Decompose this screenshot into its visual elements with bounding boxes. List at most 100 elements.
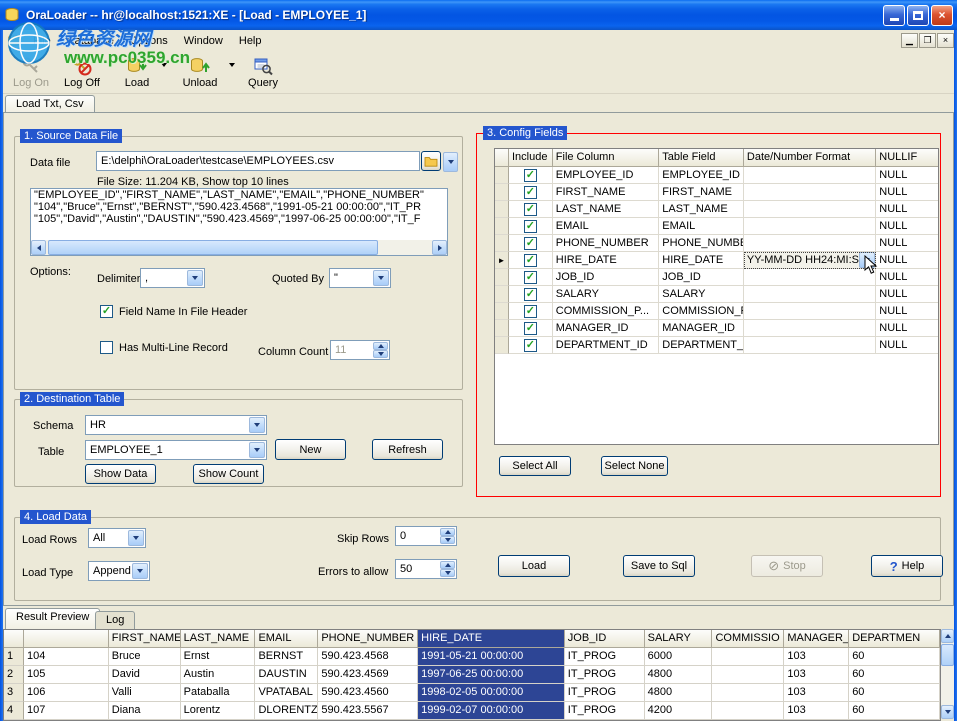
table-combo[interactable]: EMPLOYEE_1: [85, 440, 267, 460]
include-checkbox[interactable]: ✓: [524, 169, 537, 182]
result-cell[interactable]: Pataballa: [181, 684, 256, 702]
delimiter-combo[interactable]: ,: [140, 268, 205, 288]
result-cell[interactable]: 2: [4, 666, 24, 684]
field-name-header-checkbox[interactable]: ✓: [100, 305, 113, 318]
include-cell[interactable]: ✓: [509, 286, 553, 303]
table-field-cell[interactable]: LAST_NAME: [659, 201, 744, 218]
format-cell[interactable]: [744, 167, 876, 184]
file-column-cell[interactable]: JOB_ID: [553, 269, 660, 286]
schema-combo[interactable]: HR: [85, 415, 267, 435]
data-file-input[interactable]: [96, 151, 420, 171]
menu-file[interactable]: File: [25, 32, 59, 50]
config-row[interactable]: ✓FIRST_NAMEFIRST_NAMENULL: [495, 184, 938, 201]
result-cell[interactable]: 60: [849, 666, 940, 684]
result-row[interactable]: 4107DianaLorentzDLORENTZ590.423.55671999…: [4, 702, 940, 720]
include-column-header[interactable]: Include: [509, 149, 553, 167]
menu-help[interactable]: Help: [231, 32, 270, 50]
load-button-toolbar[interactable]: Load: [115, 52, 159, 93]
format-cell[interactable]: [744, 201, 876, 218]
result-column-header[interactable]: FIRST_NAME: [109, 630, 181, 648]
refresh-button[interactable]: Refresh: [372, 439, 443, 460]
load-dropdown-icon[interactable]: [161, 63, 167, 67]
result-cell[interactable]: 4: [4, 702, 24, 720]
result-cell[interactable]: Diana: [109, 702, 181, 720]
config-row[interactable]: ✓EMAILEMAILNULL: [495, 218, 938, 235]
result-vscrollbar[interactable]: [941, 629, 954, 721]
file-column-cell[interactable]: COMMISSION_P...: [553, 303, 660, 320]
unload-dropdown-icon[interactable]: [229, 63, 235, 67]
result-cell[interactable]: 104: [24, 648, 109, 666]
tab-load-txt-csv[interactable]: Load Txt, Csv: [5, 95, 95, 113]
result-cell[interactable]: Lorentz: [181, 702, 256, 720]
spin-up-icon[interactable]: [373, 342, 388, 350]
spin-down-icon[interactable]: [373, 350, 388, 358]
table-field-cell[interactable]: PHONE_NUMBER: [659, 235, 744, 252]
table-field-cell[interactable]: EMAIL: [659, 218, 744, 235]
quoted-by-combo[interactable]: ": [329, 268, 391, 288]
config-row[interactable]: ✓LAST_NAMELAST_NAMENULL: [495, 201, 938, 218]
table-field-cell[interactable]: DEPARTMENT_...: [659, 337, 744, 354]
result-cell[interactable]: [712, 702, 784, 720]
result-column-header[interactable]: HIRE_DATE: [418, 630, 565, 648]
browse-button[interactable]: [421, 151, 441, 171]
scroll-track[interactable]: [46, 240, 432, 255]
spin-down-icon[interactable]: [440, 569, 455, 577]
config-row[interactable]: ✓PHONE_NUMBERPHONE_NUMBERNULL: [495, 235, 938, 252]
result-cell[interactable]: DLORENTZ: [255, 702, 318, 720]
result-column-header[interactable]: JOB_ID: [565, 630, 645, 648]
include-checkbox[interactable]: ✓: [524, 220, 537, 233]
include-cell[interactable]: ✓: [509, 252, 553, 269]
file-column-header[interactable]: File Column: [553, 149, 660, 167]
chevron-down-icon[interactable]: [187, 270, 203, 286]
chevron-down-icon[interactable]: [249, 417, 265, 433]
result-cell[interactable]: 60: [849, 684, 940, 702]
include-cell[interactable]: ✓: [509, 303, 553, 320]
result-cell[interactable]: Ernst: [181, 648, 256, 666]
result-column-header[interactable]: PHONE_NUMBER: [318, 630, 418, 648]
table-field-cell[interactable]: COMMISSION_P...: [659, 303, 744, 320]
result-cell[interactable]: 103: [784, 666, 849, 684]
spin-up-icon[interactable]: [440, 561, 455, 569]
include-cell[interactable]: ✓: [509, 167, 553, 184]
nullif-cell[interactable]: NULL: [876, 252, 938, 269]
result-cell[interactable]: 590.423.5567: [318, 702, 418, 720]
result-cell[interactable]: 60: [849, 702, 940, 720]
menu-database[interactable]: Database: [59, 32, 122, 50]
config-row[interactable]: ✓SALARYSALARYNULL: [495, 286, 938, 303]
nullif-cell[interactable]: NULL: [876, 235, 938, 252]
include-cell[interactable]: ✓: [509, 320, 553, 337]
result-cell[interactable]: IT_PROG: [565, 666, 645, 684]
menu-options[interactable]: Options: [122, 32, 176, 50]
result-cell[interactable]: Austin: [181, 666, 256, 684]
include-checkbox[interactable]: ✓: [524, 288, 537, 301]
close-button[interactable]: ×: [931, 5, 953, 26]
result-cell[interactable]: 105: [24, 666, 109, 684]
result-cell[interactable]: 103: [784, 702, 849, 720]
table-field-cell[interactable]: FIRST_NAME: [659, 184, 744, 201]
format-combo[interactable]: YY-MM-DD HH24:MI:SS: [744, 252, 876, 269]
result-cell[interactable]: Bruce: [109, 648, 181, 666]
nullif-cell[interactable]: NULL: [876, 218, 938, 235]
result-cell[interactable]: 4800: [645, 666, 713, 684]
file-column-cell[interactable]: FIRST_NAME: [553, 184, 660, 201]
result-cell[interactable]: 590.423.4569: [318, 666, 418, 684]
include-checkbox[interactable]: ✓: [524, 237, 537, 250]
config-row[interactable]: ✓MANAGER_IDMANAGER_IDNULL: [495, 320, 938, 337]
load-type-combo[interactable]: Append: [88, 561, 150, 581]
spin-down-icon[interactable]: [440, 536, 455, 544]
format-cell[interactable]: [744, 337, 876, 354]
result-cell[interactable]: 1: [4, 648, 24, 666]
table-field-cell[interactable]: HIRE_DATE: [659, 252, 744, 269]
result-row[interactable]: 2105DavidAustinDAUSTIN590.423.45691997-0…: [4, 666, 940, 684]
table-field-cell[interactable]: EMPLOYEE_ID: [659, 167, 744, 184]
result-cell[interactable]: 590.423.4560: [318, 684, 418, 702]
result-cell[interactable]: 103: [784, 648, 849, 666]
load-button[interactable]: Load: [498, 555, 570, 577]
preview-hscrollbar[interactable]: [31, 240, 447, 255]
result-row[interactable]: 3106ValliPataballaVPATABAL590.423.456019…: [4, 684, 940, 702]
result-cell[interactable]: David: [109, 666, 181, 684]
scroll-right-icon[interactable]: [432, 240, 447, 255]
result-cell[interactable]: 103: [784, 684, 849, 702]
result-cell[interactable]: IT_PROG: [565, 702, 645, 720]
result-cell[interactable]: BERNST: [255, 648, 318, 666]
